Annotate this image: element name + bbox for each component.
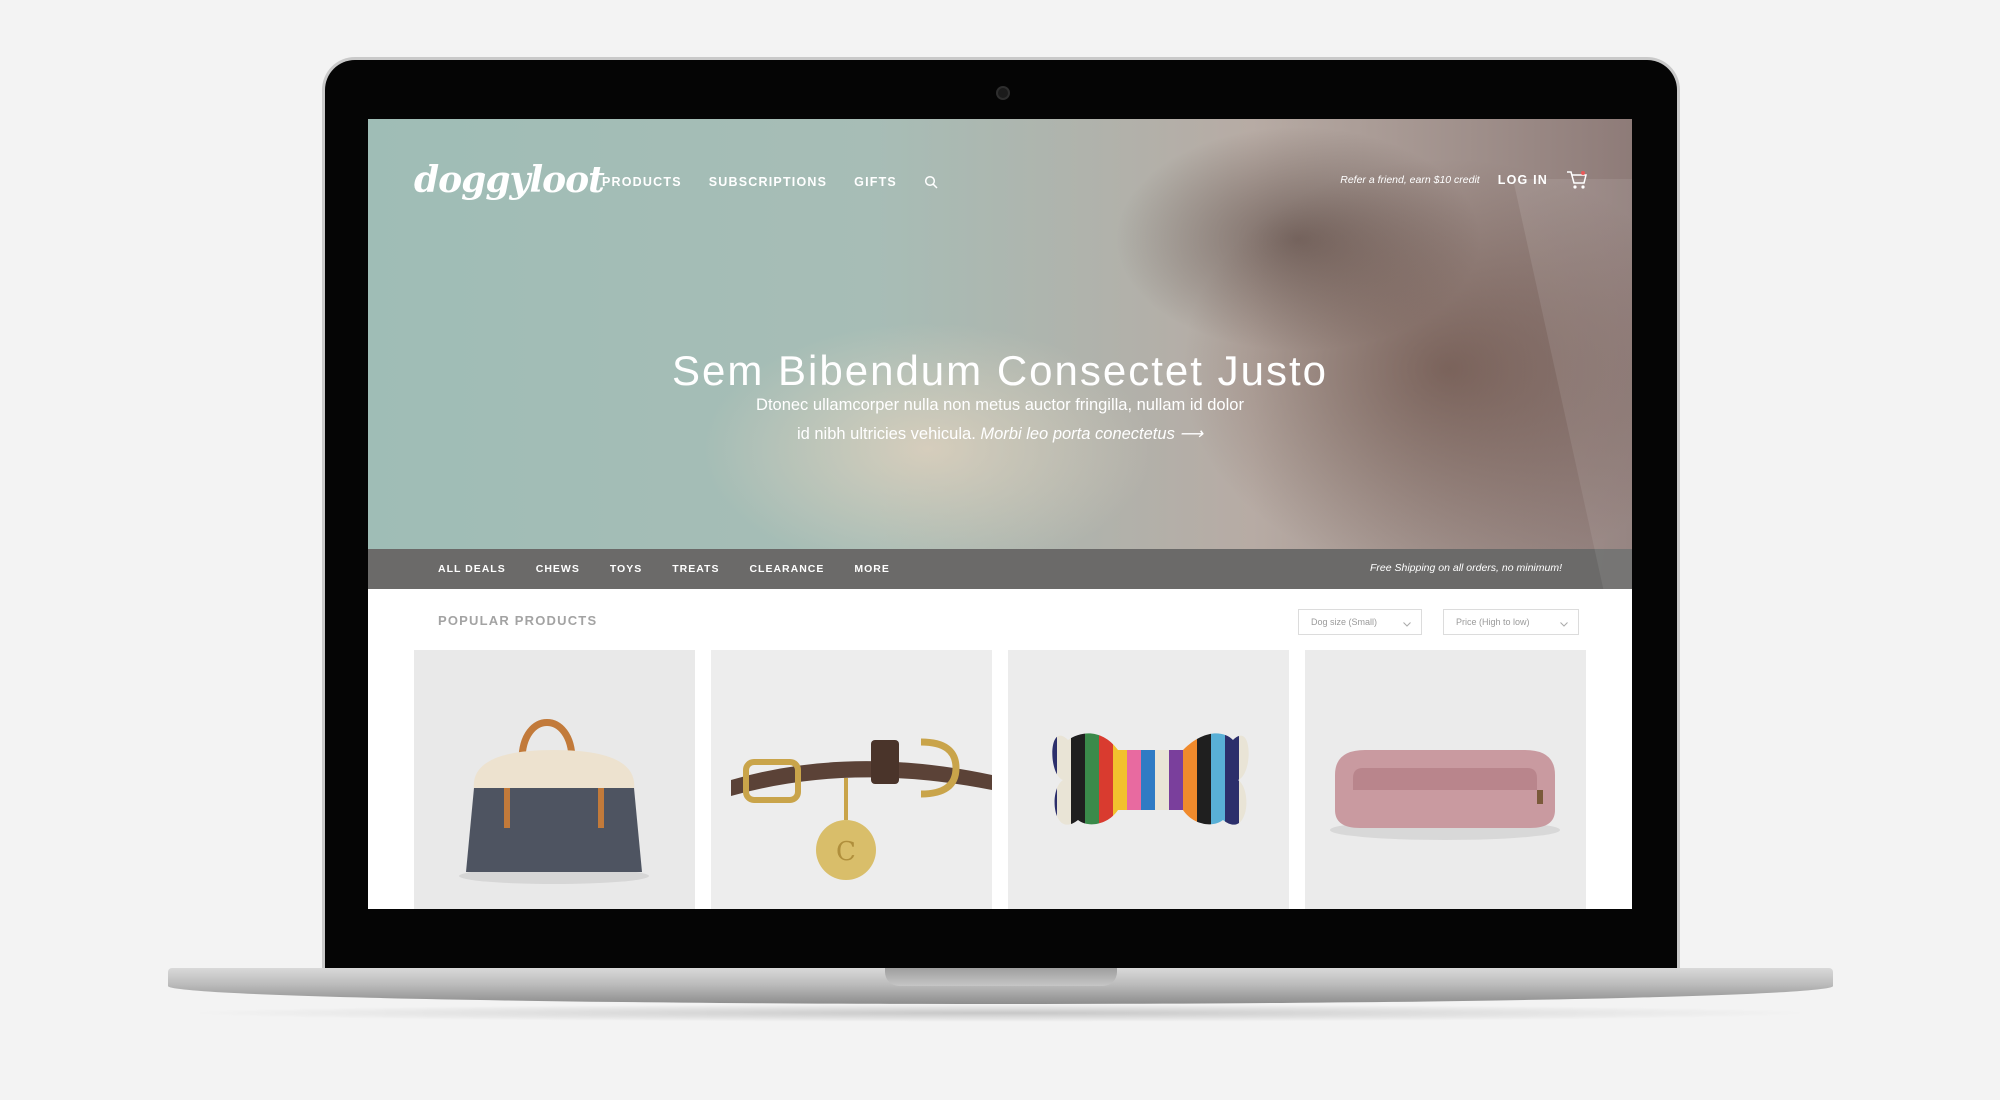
dog-bed-image bbox=[1330, 750, 1560, 840]
screen: doggyloot PRODUCTS SUBSCRIPTIONS GIFTS R… bbox=[368, 119, 1632, 909]
category-all-deals[interactable]: ALL DEALS bbox=[438, 563, 506, 575]
collar-image: C bbox=[731, 738, 992, 880]
category-chews[interactable]: CHEWS bbox=[536, 563, 580, 575]
category-list: ALL DEALS CHEWS TOYS TREATS CLEARANCE MO… bbox=[438, 563, 890, 575]
bone-toy-image bbox=[1052, 733, 1249, 825]
nav-products[interactable]: PRODUCTS bbox=[602, 175, 682, 189]
laptop-shadow bbox=[180, 1004, 1820, 1022]
sort-value: Price (High to low) bbox=[1456, 617, 1530, 627]
shipping-note: Free Shipping on all orders, no minimum! bbox=[1369, 562, 1562, 574]
category-treats[interactable]: TREATS bbox=[672, 563, 719, 575]
category-toys[interactable]: TOYS bbox=[610, 563, 642, 575]
product-card-collar[interactable]: C bbox=[711, 650, 992, 909]
laptop-notch bbox=[885, 968, 1117, 986]
hero-title: Sem Bibendum Consectet Justo bbox=[672, 347, 1328, 395]
category-bar: ALL DEALS CHEWS TOYS TREATS CLEARANCE MO… bbox=[368, 549, 1632, 589]
product-card-bone-toy[interactable] bbox=[1008, 650, 1289, 909]
nav-gifts[interactable]: GIFTS bbox=[854, 175, 897, 189]
camera-icon bbox=[996, 86, 1010, 100]
account-bar: Refer a friend, earn $10 credit LOG IN bbox=[1340, 170, 1588, 190]
product-card-dog-bed[interactable] bbox=[1305, 650, 1586, 909]
search-icon[interactable] bbox=[924, 175, 938, 189]
main-nav: PRODUCTS SUBSCRIPTIONS GIFTS bbox=[602, 175, 938, 189]
chevron-down-icon bbox=[1560, 619, 1568, 629]
logo[interactable]: doggyloot bbox=[414, 159, 605, 201]
category-more[interactable]: MORE bbox=[854, 563, 890, 575]
dog-size-value: Dog size (Small) bbox=[1311, 617, 1378, 627]
hero-body-line2: id nibh ultricies vehicula. bbox=[796, 425, 976, 443]
dog-size-select[interactable]: Dog size (Small) bbox=[1298, 609, 1422, 635]
section-title: POPULAR PRODUCTS bbox=[438, 613, 598, 628]
bag-image bbox=[459, 719, 649, 884]
nav-subscriptions[interactable]: SUBSCRIPTIONS bbox=[709, 175, 827, 189]
sort-select[interactable]: Price (High to low) bbox=[1443, 609, 1579, 635]
hero-body-line1: Dtonec ullamcorper nulla non metus aucto… bbox=[756, 396, 1244, 414]
login-link[interactable]: LOG IN bbox=[1498, 173, 1548, 187]
product-card-bag[interactable] bbox=[414, 650, 695, 909]
cart-icon[interactable] bbox=[1566, 170, 1588, 190]
refer-friend-link[interactable]: Refer a friend, earn $10 credit bbox=[1340, 174, 1480, 186]
category-clearance[interactable]: CLEARANCE bbox=[749, 563, 824, 575]
chevron-down-icon bbox=[1403, 619, 1411, 629]
hero-banner: doggyloot PRODUCTS SUBSCRIPTIONS GIFTS R… bbox=[368, 119, 1632, 549]
hero-cta-link[interactable]: Morbi leo porta conectetus ⟶ bbox=[980, 425, 1203, 443]
hero-copy: Dtonec ullamcorper nulla non metus aucto… bbox=[708, 391, 1292, 449]
svg-text:C: C bbox=[836, 837, 856, 867]
